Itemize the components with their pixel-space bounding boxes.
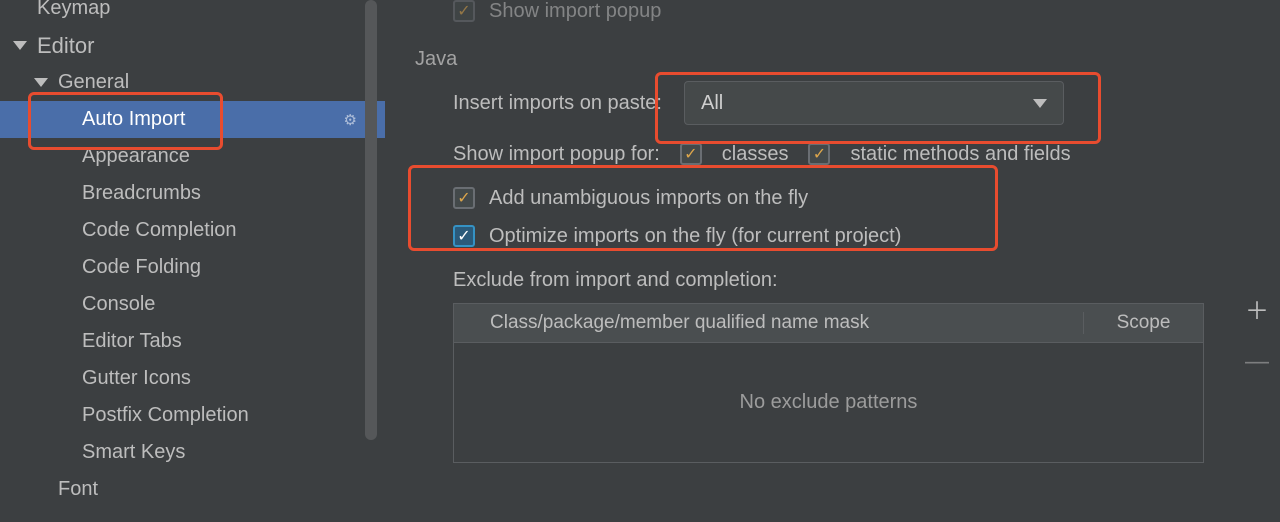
sidebar-item-console[interactable]: Console xyxy=(0,286,385,323)
col-scope: Scope xyxy=(1083,312,1203,334)
sidebar-item-code-folding[interactable]: Code Folding xyxy=(0,249,385,286)
static-methods-checkbox[interactable] xyxy=(808,143,830,165)
classes-label: classes xyxy=(722,143,789,166)
sidebar-item-editor[interactable]: Editor xyxy=(0,27,385,64)
exclude-table-header: Class/package/member qualified name mask… xyxy=(453,303,1204,343)
table-side-buttons: ＋ — xyxy=(1240,294,1274,376)
show-import-popup-label: Show import popup xyxy=(489,0,661,23)
show-import-for-label: Show import popup for: xyxy=(453,143,660,166)
static-methods-label: static methods and fields xyxy=(850,143,1070,166)
add-unambiguous-label: Add unambiguous imports on the fly xyxy=(489,187,808,210)
sidebar-item-smart-keys[interactable]: Smart Keys xyxy=(0,434,385,471)
exclude-label: Exclude from import and completion: xyxy=(453,269,778,292)
chevron-down-icon xyxy=(1033,99,1047,108)
sidebar-item-postfix-completion[interactable]: Postfix Completion xyxy=(0,397,385,434)
optimize-imports-checkbox[interactable] xyxy=(453,225,475,247)
col-class: Class/package/member qualified name mask xyxy=(454,312,1083,334)
java-section-title: Java xyxy=(415,48,1250,71)
sidebar-item-keymap[interactable]: Keymap xyxy=(0,0,385,27)
classes-checkbox[interactable] xyxy=(680,143,702,165)
sidebar-item-editor-tabs[interactable]: Editor Tabs xyxy=(0,323,385,360)
optimize-imports-label: Optimize imports on the fly (for current… xyxy=(489,225,901,248)
settings-content: Show import popup Java Insert imports on… xyxy=(385,0,1280,522)
sidebar-item-appearance[interactable]: Appearance xyxy=(0,138,385,175)
no-patterns-label: No exclude patterns xyxy=(740,391,918,414)
sidebar-item-breadcrumbs[interactable]: Breadcrumbs xyxy=(0,175,385,212)
add-pattern-button[interactable]: ＋ xyxy=(1243,294,1271,322)
show-import-popup-checkbox[interactable] xyxy=(453,0,475,22)
add-unambiguous-checkbox[interactable] xyxy=(453,187,475,209)
exclude-table-body: No exclude patterns xyxy=(453,343,1204,463)
sidebar-item-code-completion[interactable]: Code Completion xyxy=(0,212,385,249)
insert-imports-label: Insert imports on paste: xyxy=(453,92,662,115)
settings-sidebar: Keymap Editor General Auto Import ⚙ Appe… xyxy=(0,0,385,522)
sidebar-item-gutter-icons[interactable]: Gutter Icons xyxy=(0,360,385,397)
sidebar-item-font[interactable]: Font xyxy=(0,471,385,508)
insert-imports-combo[interactable]: All xyxy=(684,81,1064,125)
remove-pattern-button[interactable]: — xyxy=(1243,348,1271,376)
insert-imports-value: All xyxy=(701,92,723,115)
sidebar-item-general[interactable]: General xyxy=(0,64,385,101)
sidebar-item-auto-import[interactable]: Auto Import ⚙ xyxy=(0,101,385,138)
settings-gear-icon: ⚙ xyxy=(344,111,357,129)
